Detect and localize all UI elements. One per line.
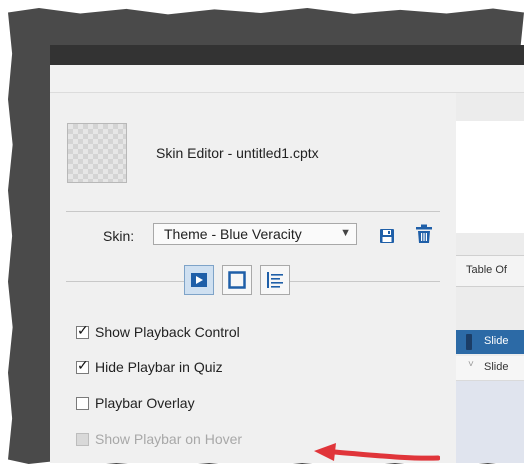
option-label: Hide Playbar in Quiz (95, 359, 223, 375)
skin-editor-panel: Skin Editor - untitled1.cptx Skin: Theme… (50, 93, 456, 463)
option-show-playback-control[interactable]: ✓ Show Playback Control (76, 322, 240, 342)
save-icon (380, 229, 394, 243)
trash-icon (416, 224, 432, 243)
toc-slide-row-selected[interactable]: Slide (456, 330, 524, 354)
option-playbar-overlay[interactable]: Playbar Overlay (76, 393, 195, 413)
option-hide-playbar-in-quiz[interactable]: ✓ Hide Playbar in Quiz (76, 357, 223, 377)
slide-icon (466, 334, 472, 350)
tab-playback[interactable] (184, 265, 214, 295)
toc-header-label: Table Of (466, 264, 507, 276)
save-skin-button[interactable] (377, 226, 397, 246)
divider (66, 211, 440, 212)
option-label: Playbar Overlay (95, 395, 195, 411)
application-window: Skin Editor - untitled1.cptx Skin: Theme… (50, 45, 524, 463)
toc-slide-label: Slide (484, 335, 509, 347)
annotation-arrow-icon (314, 443, 440, 461)
option-label: Show Playback Control (95, 324, 240, 340)
option-show-playbar-on-hover: Show Playbar on Hover (76, 429, 242, 449)
delete-skin-button[interactable] (414, 224, 434, 244)
window-titlebar (50, 45, 524, 65)
checkbox-unchecked[interactable] (76, 396, 89, 410)
window-toolbar (50, 65, 524, 93)
playback-icon (191, 273, 207, 287)
option-label: Show Playbar on Hover (95, 431, 243, 447)
screenshot: Skin Editor - untitled1.cptx Skin: Theme… (0, 0, 531, 469)
toc-empty-area (456, 381, 524, 463)
chevron-down-icon: ˅ (468, 359, 474, 370)
editor-title: Skin Editor - untitled1.cptx (156, 145, 319, 161)
toc-slide-label: Slide (484, 361, 509, 373)
preview-canvas (456, 121, 524, 233)
skin-dropdown-value: Theme - Blue Veracity (164, 226, 302, 242)
skin-thumbnail (67, 123, 127, 183)
tab-borders[interactable] (222, 265, 252, 295)
checkbox-disabled (76, 432, 89, 446)
skin-dropdown[interactable]: Theme - Blue Veracity ▼ (153, 223, 357, 245)
toc-slide-row[interactable]: ˅ Slide (456, 356, 524, 381)
skin-tab-bar (184, 265, 290, 299)
tab-table-of-contents[interactable] (260, 265, 290, 295)
border-icon (228, 271, 246, 289)
checkbox-checked[interactable]: ✓ (76, 356, 89, 374)
skin-label: Skin: (103, 228, 135, 244)
dropdown-arrow-icon: ▼ (340, 227, 351, 239)
toc-preview-strip: Table Of Slide ˅ Slide (456, 93, 524, 463)
checkmark-icon: ✓ (77, 321, 89, 338)
checkbox-checked[interactable]: ✓ (76, 321, 89, 339)
toc-icon (267, 272, 283, 288)
toc-header: Table Of (456, 255, 524, 287)
checkmark-icon: ✓ (77, 356, 89, 373)
